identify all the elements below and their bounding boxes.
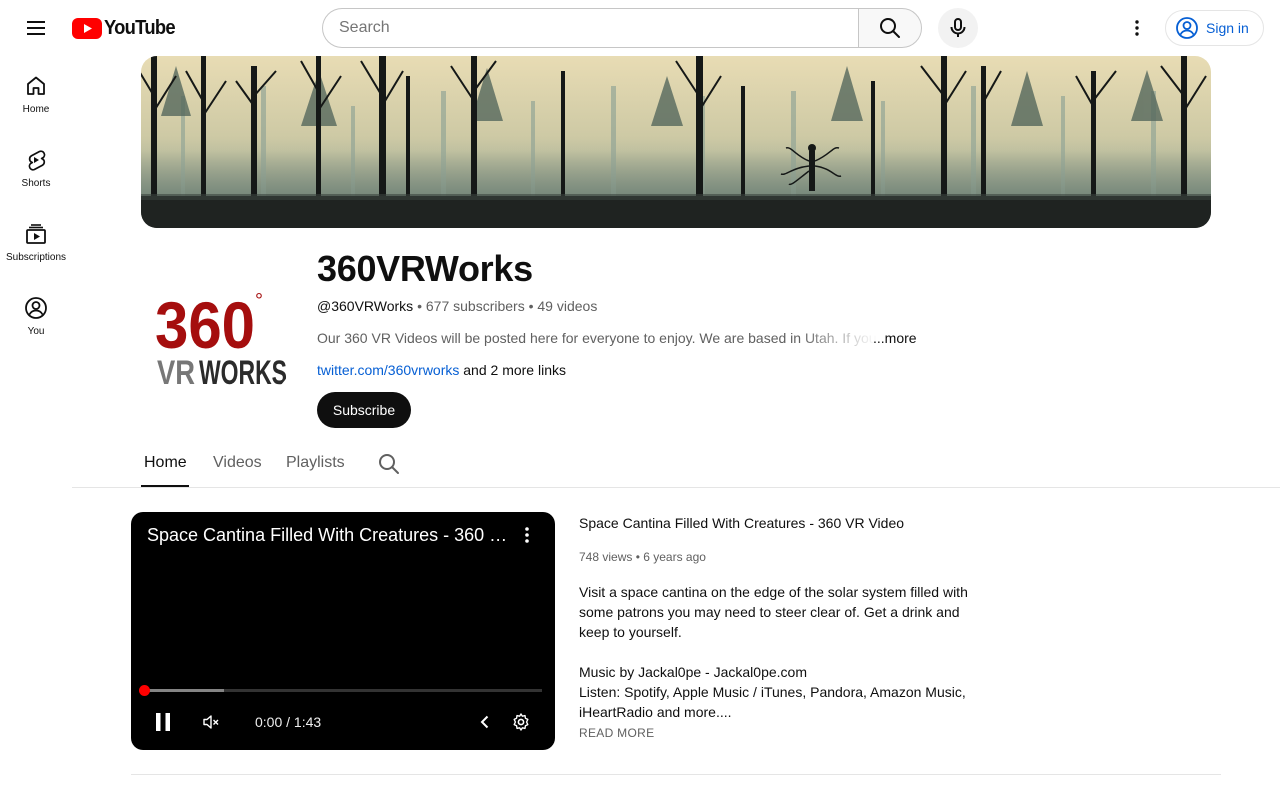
youtube-play-logo-icon [72,17,102,39]
time-display: 0:00 / 1:43 [255,714,322,730]
svg-text:360: 360 [155,288,255,362]
meta-separator: • [524,298,538,314]
sidebar-item-subscriptions[interactable]: Subscriptions [4,204,68,278]
microphone-icon [950,18,966,37]
player-title[interactable]: Space Cantina Filled With Creatures - 36… [147,525,519,546]
channel-description-text: Our 360 VR Videos will be posted here fo… [317,330,877,346]
voice-search-button[interactable] [938,8,978,48]
read-more-button[interactable]: READ MORE [579,726,654,740]
svg-text:°: ° [255,290,263,312]
top-bar: YouTube Sign in [0,0,1280,56]
featured-video-player[interactable]: Space Cantina Filled With Creatures - 36… [131,512,555,750]
progress-bar[interactable] [144,689,542,692]
search-icon [880,18,901,38]
home-icon [27,76,45,95]
featured-video-description: Visit a space cantina on the edge of the… [579,582,979,722]
player-menu-button[interactable] [519,526,535,546]
pause-icon [156,713,170,731]
vertical-dots-icon [525,527,529,543]
channel-tabs: Home Videos Playlists [72,440,1280,488]
search-bar [322,8,922,48]
banner-forest-image [141,56,1211,228]
tab-home[interactable]: Home [144,454,187,472]
featured-video-title[interactable]: Space Cantina Filled With Creatures - 36… [579,515,904,531]
upload-age: 6 years ago [643,550,706,564]
channel-avatar: 360 ° VR WORKS [141,252,301,412]
hamburger-menu-icon [27,21,45,35]
meta-separator: • [632,550,644,564]
progress-scrubber-handle[interactable] [139,685,150,696]
description-paragraph: Visit a space cantina on the edge of the… [579,584,968,640]
subscriber-count: 677 subscribers [425,298,525,314]
you-icon [25,297,47,319]
subscribe-button[interactable]: Subscribe [317,392,411,428]
view-count: 748 views [579,550,633,564]
meta-separator: • [413,298,426,314]
search-button[interactable] [858,8,922,48]
youtube-logo[interactable]: YouTube [72,16,181,40]
description-paragraph: Music by Jackal0pe - Jackal0pe.com [579,664,807,680]
collapse-controls-button[interactable] [473,710,497,734]
sidebar-item-you[interactable]: You [4,278,68,352]
active-tab-indicator [141,485,189,487]
shorts-icon [28,150,46,171]
guide-menu-button[interactable] [20,12,52,44]
youtube-wordmark: YouTube [104,16,176,39]
section-divider [131,774,1221,775]
vertical-dots-icon [1135,20,1139,36]
settings-more-button[interactable] [1121,12,1153,44]
tab-playlists[interactable]: Playlists [286,454,345,472]
tab-videos[interactable]: Videos [213,454,262,472]
channel-search-button[interactable] [377,452,401,476]
volume-muted-icon [203,715,219,729]
svg-text:WORKS: WORKS [199,354,287,392]
progress-loaded [144,689,224,692]
search-icon [379,454,399,474]
account-circle-icon [1176,17,1198,39]
sidebar-item-label: You [27,326,45,337]
subscriptions-icon [26,224,46,244]
svg-text:VR: VR [157,354,195,392]
channel-description[interactable]: Our 360 VR Videos will be posted here fo… [317,330,917,346]
sidebar-item-home[interactable]: Home [4,56,68,130]
sidebar-item-label: Subscriptions [5,252,67,263]
sidebar-item-label: Shorts [21,178,51,189]
channel-name: 360VRWorks [317,248,533,289]
video-count: 49 videos [537,298,598,314]
sign-in-label: Sign in [1206,20,1249,36]
sign-in-button[interactable]: Sign in [1165,10,1264,46]
description-more-button[interactable]: ...more [873,330,917,346]
settings-button[interactable] [509,710,533,734]
sidebar-item-shorts[interactable]: Shorts [4,130,68,204]
channel-links: twitter.com/360vrworks and 2 more links [317,362,566,378]
channel-meta: @360VRWorks • 677 subscribers • 49 video… [317,298,597,314]
gear-icon [513,713,529,731]
channel-handle: @360VRWorks [317,298,414,314]
sidebar-item-label: Home [22,104,50,115]
pause-button[interactable] [151,710,175,734]
360vrworks-logo: 360 ° VR WORKS [155,288,287,392]
description-paragraph: Listen: Spotify, Apple Music / iTunes, P… [579,684,966,720]
twitter-link[interactable]: twitter.com/360vrworks [317,362,459,378]
chevron-left-icon [480,715,489,729]
more-links-button[interactable]: and 2 more links [463,362,566,378]
featured-video-meta: 748 views • 6 years ago [579,550,706,564]
channel-banner [141,56,1211,228]
mute-button[interactable] [199,710,223,734]
search-input[interactable] [322,8,859,48]
